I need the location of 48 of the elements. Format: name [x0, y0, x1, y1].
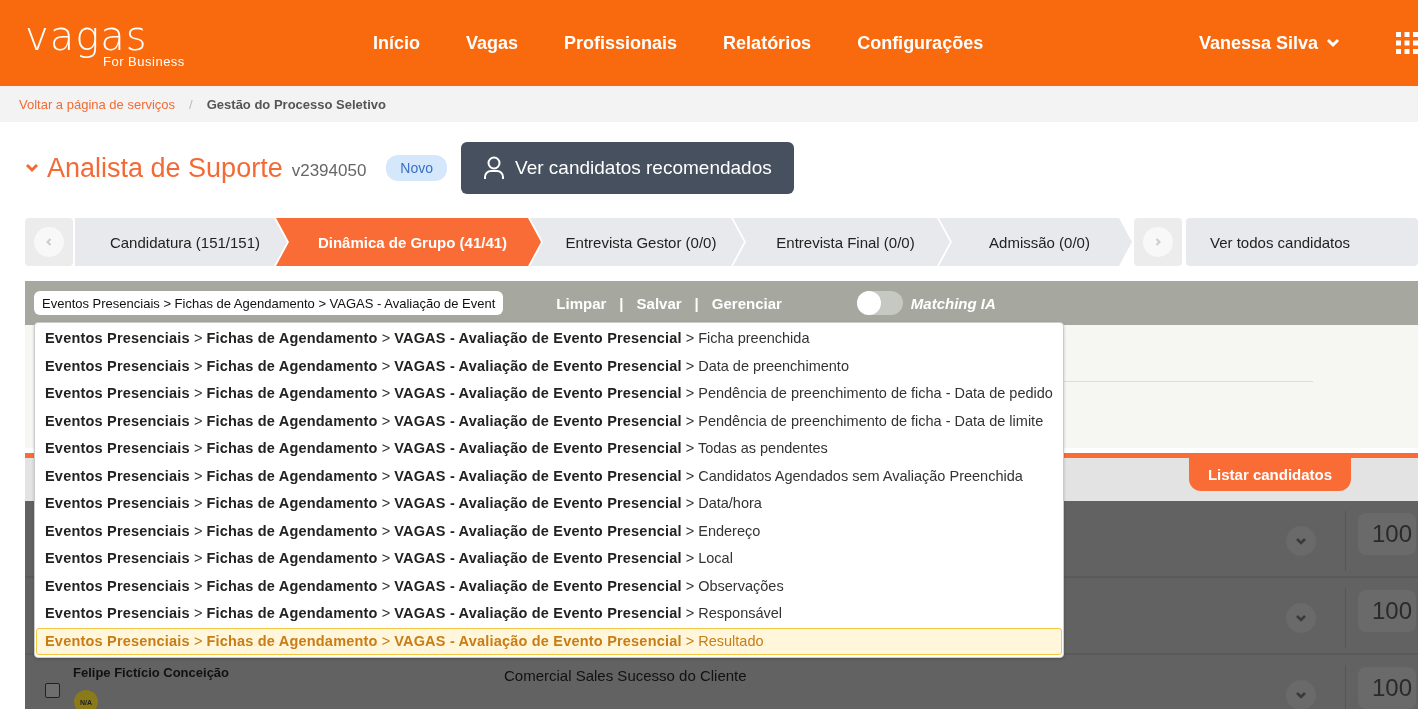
suggestion-item[interactable]: Eventos Presenciais > Fichas de Agendamento > VAGAS - Avaliação de Evento Presencial > Data de preenchimento: [36, 352, 1062, 380]
previous-stage-button[interactable]: [25, 218, 73, 266]
collapse-caret-icon[interactable]: [25, 163, 39, 173]
right-chevron-icon: [1153, 237, 1163, 247]
apps-grid-icon[interactable]: [1396, 32, 1418, 54]
stage-tab[interactable]: Candidatura (151/151): [75, 218, 287, 266]
next-stage-button[interactable]: [1134, 218, 1182, 266]
stage-tab[interactable]: Admissão (0/0): [939, 218, 1132, 266]
breadcrumb-separator: /: [189, 96, 193, 112]
status-badge: Novo: [386, 155, 448, 181]
toggle-label: Matching IA: [910, 294, 996, 312]
chevron-down-icon: [1295, 537, 1307, 545]
job-code: v2394050: [291, 161, 367, 181]
candidate-area: Comercial Sales Sucesso do Cliente: [504, 667, 747, 684]
suggestion-item[interactable]: Eventos Presenciais > Fichas de Agendamento > VAGAS - Avaliação de Evento Presencial > Candidatos Agendados sem Avaliação Preenchida: [36, 462, 1062, 490]
job-title: Analista de Suporte: [47, 152, 283, 184]
suggestion-item[interactable]: Eventos Presenciais > Fichas de Agendamento > VAGAS - Avaliação de Evento Presencial > Pendência de preenchimento de ficha - Data de pedido: [36, 380, 1062, 408]
caret-icon: [1326, 38, 1340, 48]
action-separator: |: [619, 294, 624, 312]
candidate-checkbox[interactable]: [45, 683, 60, 698]
left-chevron-icon: [44, 237, 54, 247]
chevron-down-icon: [1295, 691, 1307, 699]
chevron-down-icon: [1295, 614, 1307, 622]
person-icon: [483, 156, 506, 180]
logo-subtitle: For Business: [103, 53, 186, 69]
all-candidates-tab[interactable]: Ver todos candidatos: [1186, 218, 1418, 266]
expand-button[interactable]: [1286, 603, 1316, 633]
suggestion-item[interactable]: Eventos Presenciais > Fichas de Agendamento > VAGAS - Avaliação de Evento Presencial > Responsável: [36, 600, 1062, 628]
candidate-score: 100: [1358, 590, 1416, 632]
matching-toggle[interactable]: [856, 291, 903, 315]
filter-input-field[interactable]: Eventos Presenciais > Fichas de Agendamento > VAGAS - Avaliação de Event: [34, 291, 504, 315]
candidate-score: 100: [1358, 667, 1416, 709]
candidate-score: 100: [1358, 513, 1416, 555]
action-separator: |: [694, 294, 699, 312]
stage-tab[interactable]: Entrevista Gestor (0/0): [530, 218, 744, 266]
expand-button[interactable]: [1286, 680, 1316, 709]
expand-button[interactable]: [1286, 526, 1316, 556]
suggestion-item[interactable]: Eventos Presenciais > Fichas de Agendamento > VAGAS - Avaliação de Evento Presencial > Observações: [36, 572, 1062, 600]
suggestion-item[interactable]: Eventos Presenciais > Fichas de Agendamento > VAGAS - Avaliação de Evento Presencial > Endereço: [36, 517, 1062, 545]
recommended-candidates-button[interactable]: Ver candidatos recomendados: [461, 142, 794, 194]
breadcrumb-current: Gestão do Processo Seletivo: [206, 96, 386, 112]
suggestion-item[interactable]: Eventos Presenciais > Fichas de Agendamento > VAGAS - Avaliação de Evento Presencial > Ficha preenchida: [36, 325, 1062, 353]
suggestion-item[interactable]: Eventos Presenciais > Fichas de Agendamento > VAGAS - Avaliação de Evento Presencial > Pendência de preenchimento de ficha - Data de limite: [36, 407, 1062, 435]
stage-tab[interactable]: Entrevista Final (0/0): [733, 218, 950, 266]
candidate-name: Felipe Fictício Conceição: [73, 665, 230, 680]
suggestion-item[interactable]: Eventos Presenciais > Fichas de Agendamento > VAGAS - Avaliação de Evento Presencial > Todas as pendentes: [36, 435, 1062, 463]
suggestion-item[interactable]: Eventos Presenciais > Fichas de Agendamento > VAGAS - Avaliação de Evento Presencial > Data/hora: [36, 490, 1062, 518]
suggestion-item[interactable]: Eventos Presenciais > Fichas de Agendamento > VAGAS - Avaliação de Evento Presencial > Local: [36, 545, 1062, 573]
